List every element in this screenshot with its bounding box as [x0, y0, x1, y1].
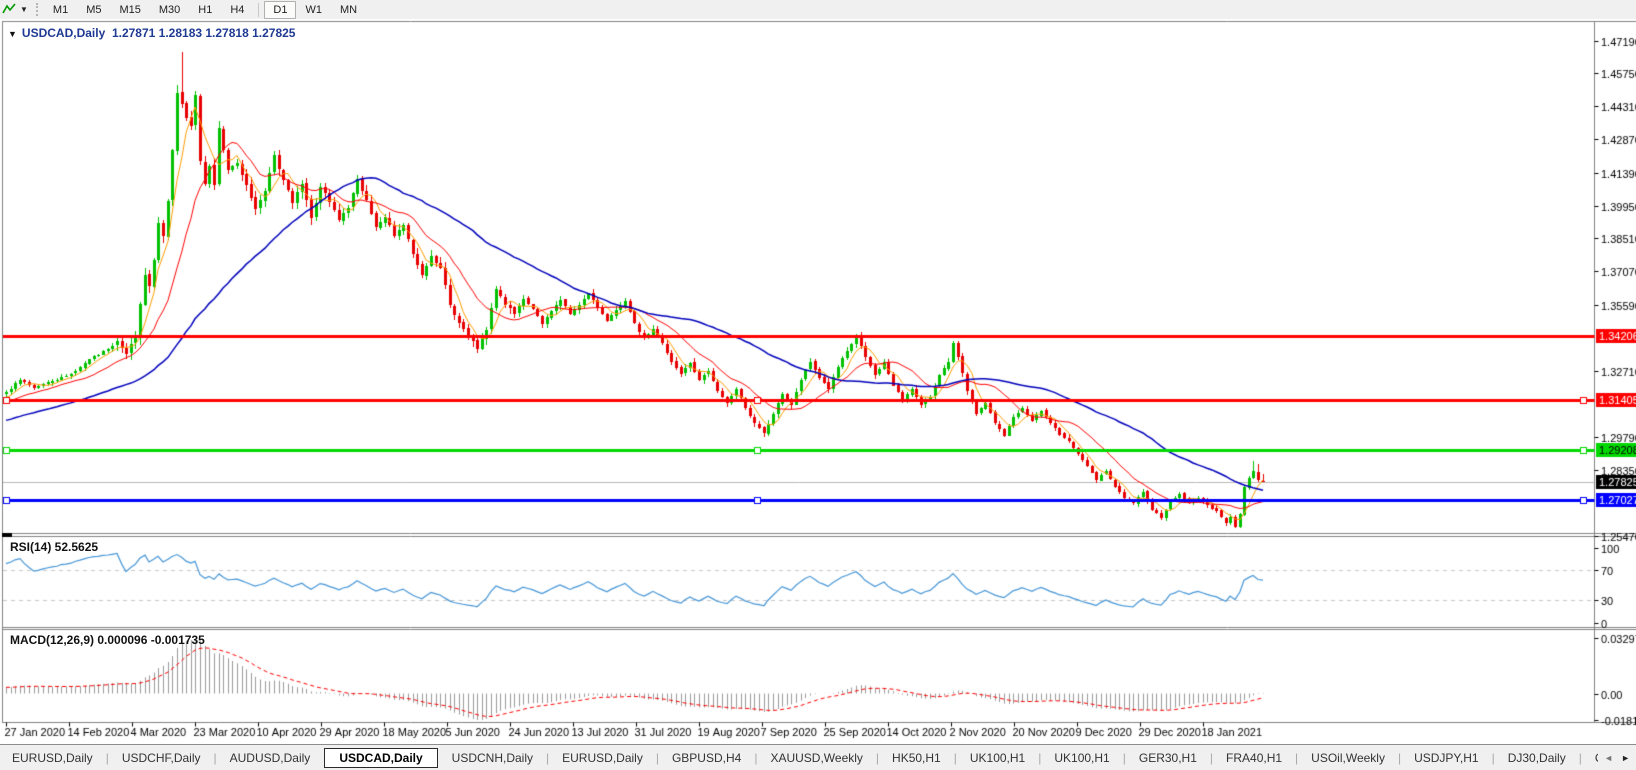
- timeframe-button-m30[interactable]: M30: [150, 1, 189, 19]
- macd-indicator-label: MACD(12,26,9) 0.000096 -0.001735: [10, 633, 205, 647]
- price-chart-canvas[interactable]: [0, 19, 1636, 744]
- timeframe-toolbar: ▼ M1 M5 M15 M30 H1 H4 D1 W1 MN: [0, 0, 1636, 20]
- tab-audusd-daily[interactable]: AUDUSD,Daily: [218, 748, 323, 768]
- toolbar-grip[interactable]: [35, 3, 38, 16]
- timeframe-button-m1[interactable]: M1: [44, 1, 77, 19]
- tab-fra40-h1[interactable]: FRA40,H1: [1214, 748, 1294, 768]
- tab-ger30-h1[interactable]: GER30,H1: [1127, 748, 1209, 768]
- tab-gbpusd-h4[interactable]: GBPUSD,H4: [660, 748, 753, 768]
- chart-title-symbol: USDCAD,Daily: [21, 26, 106, 40]
- tab-uk100-h1[interactable]: UK100,H1: [958, 748, 1037, 768]
- tab-eurusd-daily[interactable]: EURUSD,Daily: [0, 748, 105, 768]
- tab-dj30-daily[interactable]: DJ30,Daily: [1496, 748, 1578, 768]
- toolbar-separator: [258, 2, 260, 17]
- chart-tab-bar: EURUSD,Daily | USDCHF,Daily | AUDUSD,Daily US…: [0, 744, 1636, 770]
- tab-uk100-h1[interactable]: UK100,H1: [1042, 748, 1121, 768]
- timeframe-button-m15[interactable]: M15: [110, 1, 149, 19]
- chevron-down-icon: ▼: [20, 5, 28, 14]
- mt4-window: ▼ M1 M5 M15 M30 H1 H4 D1 W1 MN ▼ USDCAD,Daily 1.2…: [0, 0, 1636, 770]
- tab-xauusd-weekly[interactable]: XAUUSD,Weekly: [758, 748, 874, 768]
- tab-usdjpy-h1[interactable]: USDJPY,H1: [1402, 748, 1490, 768]
- line-chart-icon: [2, 2, 17, 18]
- tab-hk50-h1[interactable]: HK50,H1: [880, 748, 953, 768]
- chart-tabs: EURUSD,Daily | USDCHF,Daily | AUDUSD,Daily US…: [0, 745, 1598, 770]
- tab-usdchf-daily[interactable]: USDCHF,Daily: [110, 748, 213, 768]
- chart-area[interactable]: ▼ USDCAD,Daily 1.27871 1.28183 1.27818 1.…: [0, 19, 1636, 744]
- timeframe-button-mn[interactable]: MN: [331, 1, 366, 19]
- timeframe-button-d1[interactable]: D1: [264, 0, 297, 19]
- timeframe-button-h1[interactable]: H1: [189, 1, 221, 19]
- timeframe-button-w1[interactable]: W1: [296, 1, 331, 19]
- timeframe-buttons: M1 M5 M15 M30 H1 H4 D1 W1 MN: [44, 0, 366, 19]
- tab-usdcad-daily[interactable]: USDCAD,Daily: [324, 748, 438, 768]
- collapse-icon: ▼: [8, 29, 17, 39]
- tab-scroll-arrows: ◄ ►: [1598, 753, 1636, 763]
- chart-type-button[interactable]: ▼: [0, 2, 32, 18]
- timeframe-button-m5[interactable]: M5: [77, 1, 110, 19]
- timeframe-button-h4[interactable]: H4: [221, 1, 253, 19]
- scroll-left-icon[interactable]: ◄: [1604, 753, 1613, 763]
- chart-title: ▼ USDCAD,Daily 1.27871 1.28183 1.27818 1.…: [8, 26, 295, 40]
- tab-eurusd-daily[interactable]: EURUSD,Daily: [550, 748, 655, 768]
- chart-title-ohlc: 1.27871 1.28183 1.27818 1.27825: [111, 26, 296, 40]
- tab-usdcnh-daily[interactable]: USDCNH,Daily: [440, 748, 545, 768]
- tab-usoil-weekly[interactable]: USOil,Weekly: [1299, 748, 1397, 768]
- tab-china300-h1[interactable]: CHINA300,H1: [1583, 748, 1598, 768]
- rsi-indicator-label: RSI(14) 52.5625: [10, 540, 99, 554]
- scroll-right-icon[interactable]: ►: [1621, 753, 1630, 763]
